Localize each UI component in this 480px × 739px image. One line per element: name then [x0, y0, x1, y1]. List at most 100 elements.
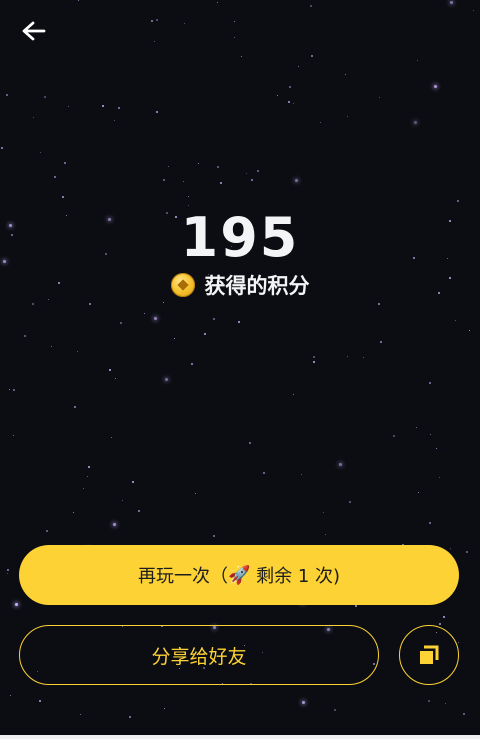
star [74, 406, 76, 408]
arrow-left-icon [22, 21, 46, 41]
star [455, 320, 457, 322]
star [429, 382, 431, 384]
star [434, 85, 437, 88]
share-button[interactable]: 分享给好友 [19, 625, 379, 685]
star [7, 569, 9, 571]
star [7, 573, 9, 575]
play-again-button[interactable]: 再玩一次（ 🚀 剩余 1 次) [19, 545, 459, 605]
star [417, 60, 419, 62]
star [355, 605, 357, 607]
star [288, 101, 290, 103]
star [289, 86, 291, 88]
star [163, 302, 165, 304]
star [54, 176, 56, 178]
star [40, 152, 42, 154]
star [217, 2, 219, 4]
star [191, 363, 193, 365]
star [251, 179, 253, 181]
star [154, 317, 157, 320]
star [13, 435, 15, 437]
star [295, 179, 298, 182]
star [83, 488, 85, 490]
star [334, 709, 336, 711]
star [1, 147, 3, 149]
star [313, 361, 315, 363]
star [73, 512, 75, 514]
star [138, 510, 140, 512]
star [24, 335, 26, 337]
game-result-screen: 195 获得的积分 再玩一次（ 🚀 剩余 1 次) 分享给好友 [0, 0, 480, 739]
star [301, 474, 303, 476]
star [473, 10, 475, 12]
star [466, 551, 468, 553]
star [298, 66, 300, 68]
star [77, 351, 79, 353]
star [378, 303, 380, 305]
star [241, 56, 243, 58]
star [32, 303, 34, 305]
star [310, 5, 312, 7]
share-label: 分享给好友 [151, 645, 247, 668]
star [293, 394, 295, 396]
star [439, 623, 441, 625]
star [33, 117, 35, 119]
star [246, 173, 248, 175]
star [263, 472, 265, 474]
star [450, 1, 453, 4]
star [44, 96, 46, 98]
star [195, 493, 197, 495]
star [347, 356, 349, 358]
star [430, 434, 432, 436]
star [429, 522, 431, 524]
star [257, 170, 259, 172]
star [68, 106, 70, 108]
star [339, 463, 342, 466]
star [450, 548, 452, 550]
star [217, 166, 219, 168]
star [204, 333, 206, 335]
star [151, 20, 153, 22]
score-label: 获得的积分 [204, 274, 310, 298]
star [445, 703, 447, 705]
star [379, 97, 381, 99]
score-value: 195 [180, 206, 300, 269]
star [183, 181, 185, 183]
star [414, 121, 417, 124]
star [62, 196, 64, 198]
play-again-prefix: 再玩一次（ [137, 566, 228, 587]
rocket-icon: 🚀 [227, 564, 251, 586]
star [165, 378, 168, 381]
star [302, 701, 305, 704]
star [188, 196, 190, 198]
coin-icon [170, 273, 195, 297]
star [418, 492, 420, 494]
copy-icon [420, 645, 439, 664]
star [10, 695, 12, 697]
star [113, 523, 116, 526]
star [457, 200, 459, 202]
star [363, 357, 365, 359]
score-caption: 获得的积分 [0, 270, 480, 300]
star [118, 107, 120, 109]
star [156, 19, 158, 21]
star [439, 477, 441, 479]
bottom-edge [0, 735, 480, 739]
star [428, 700, 430, 702]
copy-button[interactable] [399, 625, 459, 685]
star [15, 603, 18, 606]
star [213, 535, 215, 537]
back-button[interactable] [16, 16, 52, 46]
star [320, 122, 322, 124]
star [168, 166, 170, 168]
star [349, 501, 351, 503]
star [78, 0, 80, 2]
star [39, 700, 41, 702]
star [313, 356, 315, 358]
star [416, 427, 418, 429]
star [234, 37, 236, 39]
star [46, 530, 48, 532]
star [323, 512, 325, 514]
star [345, 74, 347, 76]
star [443, 616, 445, 618]
star [277, 95, 279, 97]
